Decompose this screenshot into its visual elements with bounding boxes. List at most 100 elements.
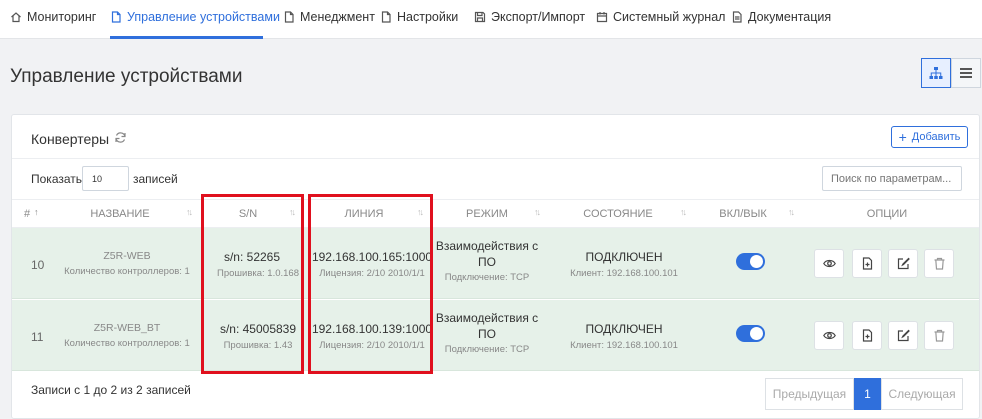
table-header: # ↑ НАЗВАНИЕ ↑↓ S/N ↑↓ ЛИНИЯ ↑↓ РЕЖИМ ↑↓…	[12, 199, 979, 228]
document-icon	[110, 11, 122, 23]
converters-card: Конвертеры + Добавить Показать записей #…	[11, 114, 980, 419]
device-name: Z5R-WEB	[103, 250, 151, 262]
license-info: Лицензия: 2/10 2010/1/1	[319, 340, 425, 351]
page-size-input[interactable]	[82, 166, 129, 191]
nav-tab-export-import[interactable]: Экспорт/Импорт	[474, 10, 585, 24]
eye-icon	[822, 331, 836, 340]
home-icon	[10, 11, 22, 23]
connection-type: Подключение: TCP	[444, 272, 530, 283]
state-text: ПОДКЛЮЧЕН	[585, 250, 663, 264]
nav-tab-label: Документация	[748, 10, 832, 24]
page-size-suffix: записей	[133, 172, 178, 186]
pagination: Предыдущая 1 Следующая	[765, 378, 963, 410]
mode-line-2: ПО	[478, 255, 496, 269]
file-icon	[731, 11, 743, 23]
column-header-onoff[interactable]: ВКЛ/ВЫК	[719, 208, 767, 220]
file-plus-icon	[862, 329, 872, 342]
column-header-name[interactable]: НАЗВАНИЕ	[90, 208, 149, 220]
document-icon	[283, 11, 295, 23]
view-button[interactable]	[814, 321, 844, 350]
serial-number: s/n: 52265	[223, 250, 281, 264]
add-button-label: Добавить	[911, 131, 961, 143]
column-header-options: ОПЦИИ	[866, 208, 908, 220]
enable-toggle[interactable]	[736, 253, 765, 270]
add-button[interactable]: + Добавить	[891, 126, 968, 148]
nav-tab-settings[interactable]: Настройки	[380, 10, 458, 24]
page-size-label: Показать	[31, 172, 83, 186]
search-input[interactable]	[822, 166, 962, 191]
next-page-button[interactable]: Следующая	[881, 378, 963, 410]
mode-line-1: Взаимодействия с	[435, 239, 539, 253]
file-plus-icon	[862, 257, 872, 270]
line-address: 192.168.100.139:1000	[311, 322, 433, 336]
save-icon	[474, 11, 486, 23]
trash-icon	[934, 329, 944, 342]
connection-type: Подключение: TCP	[444, 344, 530, 355]
list-view-button[interactable]	[951, 58, 981, 88]
column-header-line[interactable]: ЛИНИЯ	[345, 208, 384, 220]
row-number: 11	[31, 330, 44, 344]
records-info: Записи с 1 до 2 из 2 записей	[31, 383, 191, 397]
nav-tab-label: Экспорт/Импорт	[491, 10, 586, 24]
firmware-version: Прошивка: 1.0.168	[217, 268, 299, 279]
firmware-version: Прошивка: 1.43	[223, 340, 293, 351]
page-1-button[interactable]: 1	[854, 378, 881, 410]
table-row: 11 Z5R-WEB_BT Количество контроллеров: 1…	[12, 300, 979, 371]
column-header-state[interactable]: СОСТОЯНИЕ	[583, 208, 653, 220]
column-header-num[interactable]: #	[24, 208, 30, 220]
nav-tab-label: Управление устройствами	[127, 10, 280, 24]
mode-line-2: ПО	[478, 327, 496, 341]
client-address: Клиент: 192.168.100.101	[570, 268, 678, 279]
mode-line-1: Взаимодействия с	[435, 311, 539, 325]
edit-button[interactable]	[888, 321, 918, 350]
card-header: Конвертеры + Добавить	[12, 115, 979, 159]
trash-icon	[934, 257, 944, 270]
active-tab-indicator	[110, 36, 263, 39]
page-title: Управление устройствами	[10, 66, 243, 87]
refresh-icon[interactable]	[114, 131, 127, 144]
client-address: Клиент: 192.168.100.101	[570, 340, 678, 351]
controllers-count: Количество контроллеров: 1	[64, 338, 190, 349]
sort-icon: ↑↓	[788, 207, 795, 217]
sort-icon: ↑↓	[186, 207, 193, 217]
serial-number: s/n: 45005839	[219, 322, 297, 336]
calendar-icon	[596, 11, 608, 23]
row-number: 10	[31, 258, 45, 272]
delete-button[interactable]	[924, 249, 954, 278]
tree-view-button[interactable]	[921, 58, 951, 88]
export-file-button[interactable]	[852, 321, 882, 350]
enable-toggle[interactable]	[736, 325, 765, 342]
controllers-count: Количество контроллеров: 1	[64, 266, 190, 277]
nav-tab-label: Настройки	[397, 10, 459, 24]
nav-tab-label: Системный журнал	[613, 10, 726, 24]
nav-tab-monitoring[interactable]: Мониторинг	[10, 10, 96, 24]
sort-asc-icon: ↑	[34, 207, 38, 217]
nav-tab-system-log[interactable]: Системный журнал	[596, 10, 725, 24]
edit-icon	[897, 329, 910, 342]
list-icon	[960, 68, 972, 78]
sort-icon: ↑↓	[680, 207, 687, 217]
nav-tab-label: Менеджмент	[300, 10, 375, 24]
license-info: Лицензия: 2/10 2010/1/1	[319, 268, 425, 279]
sitemap-icon	[929, 67, 943, 79]
nav-tab-device-management[interactable]: Управление устройствами	[110, 10, 280, 24]
line-address: 192.168.100.165:1000	[311, 250, 433, 264]
device-name: Z5R-WEB_BT	[93, 322, 161, 334]
sort-icon: ↑↓	[289, 207, 296, 217]
previous-page-button[interactable]: Предыдущая	[765, 378, 854, 410]
plus-icon: +	[898, 129, 907, 145]
column-header-sn[interactable]: S/N	[239, 208, 257, 220]
export-file-button[interactable]	[852, 249, 882, 278]
edit-button[interactable]	[888, 249, 918, 278]
card-title: Конвертеры	[31, 131, 110, 147]
delete-button[interactable]	[924, 321, 954, 350]
document-icon	[380, 11, 392, 23]
table-row: 10 Z5R-WEB Количество контроллеров: 1 s/…	[12, 228, 979, 299]
nav-tab-documentation[interactable]: Документация	[731, 10, 831, 24]
nav-tab-management[interactable]: Менеджмент	[283, 10, 375, 24]
view-button[interactable]	[814, 249, 844, 278]
nav-tab-label: Мониторинг	[27, 10, 97, 24]
sort-icon: ↑↓	[534, 207, 541, 217]
edit-icon	[897, 257, 910, 270]
column-header-mode[interactable]: РЕЖИМ	[466, 208, 508, 220]
